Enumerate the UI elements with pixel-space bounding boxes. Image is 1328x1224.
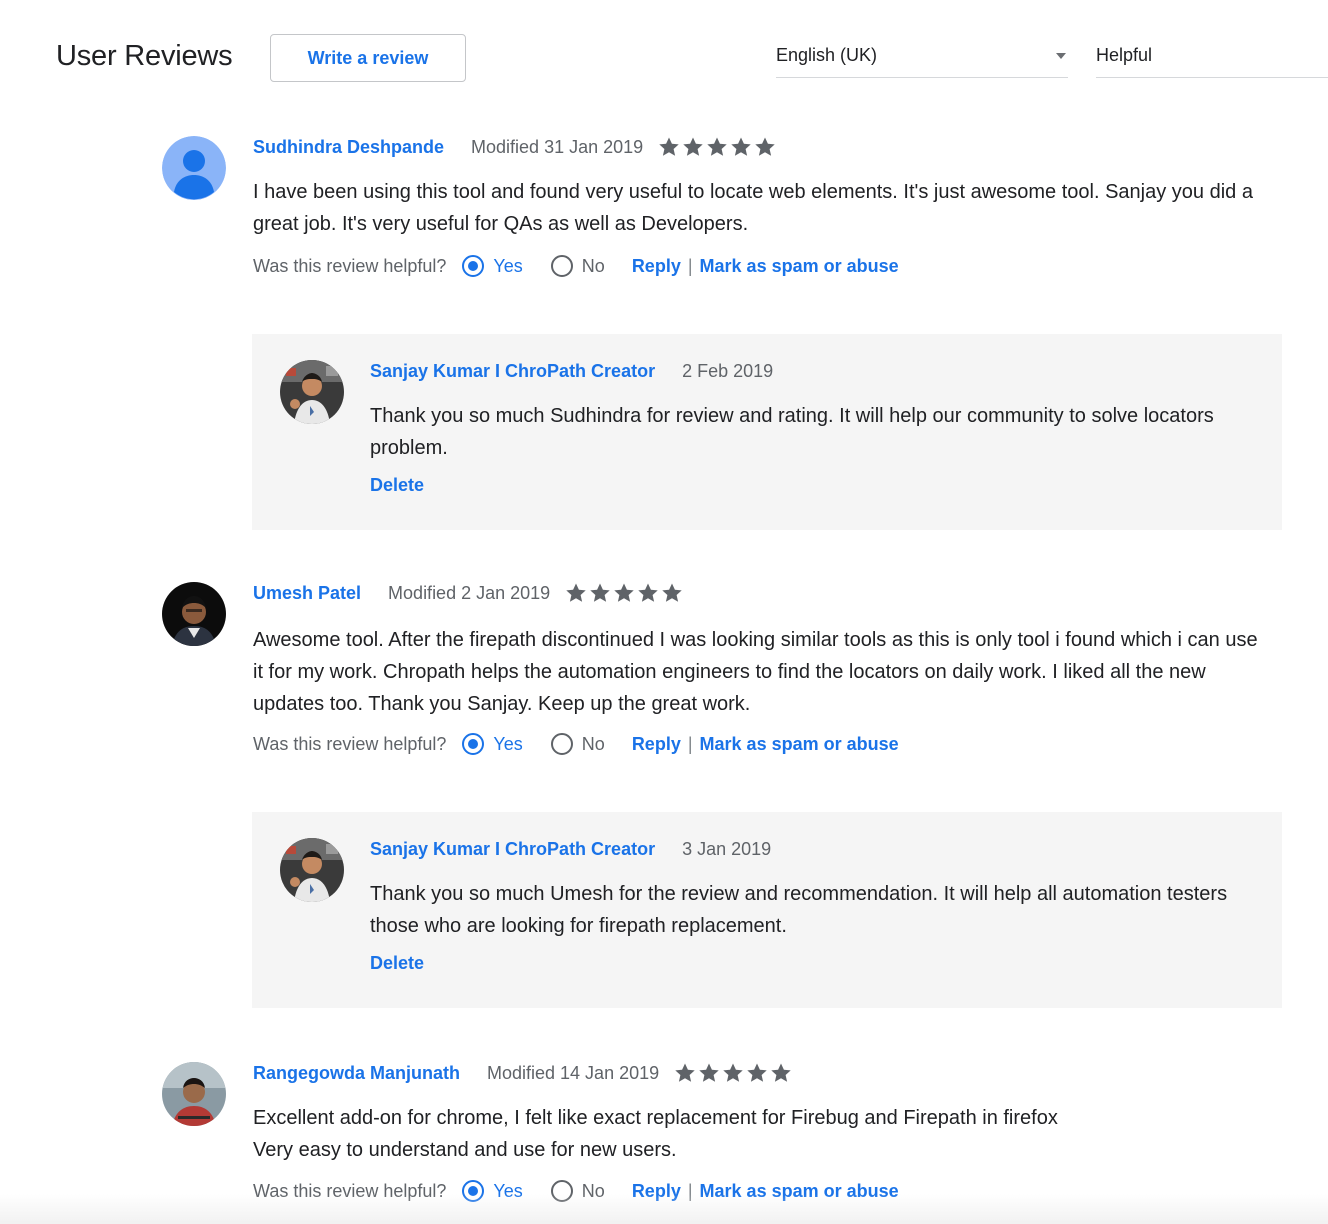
helpful-row: Was this review helpful? Yes No Reply | … (253, 253, 899, 279)
reviews-page: User Reviews Write a review English (UK)… (0, 0, 1328, 1224)
bottom-fade (0, 1194, 1328, 1224)
star-icon (745, 1061, 769, 1085)
helpful-question: Was this review helpful? (253, 733, 447, 754)
star-icon (721, 1061, 745, 1085)
review-author-link[interactable]: Rangegowda Manjunath (253, 1063, 460, 1084)
reply-date: 2 Feb 2019 (682, 360, 774, 381)
star-icon (673, 1061, 697, 1085)
radio-selected-icon (462, 255, 485, 277)
review-text: Excellent add-on for chrome, I felt like… (253, 1102, 1273, 1166)
avatar (162, 582, 226, 646)
helpful-no-label: No (581, 733, 605, 754)
reply-text: Thank you so much Umesh for the review a… (370, 883, 1228, 937)
review-date: Modified 2 Jan 2019 (388, 582, 551, 603)
avatar (280, 360, 344, 424)
helpful-no-label: No (581, 255, 605, 276)
star-icon (769, 1061, 793, 1085)
user-photo-icon (280, 838, 344, 902)
reply-link[interactable]: Reply (632, 256, 681, 277)
rating-stars (673, 1061, 793, 1085)
star-icon (564, 581, 588, 605)
review-meta: Umesh Patel Modified 2 Jan 2019 (253, 580, 684, 606)
developer-reply: Sanjay Kumar I ChroPath Creator 3 Jan 20… (252, 812, 1282, 1008)
helpful-question: Was this review helpful? (253, 255, 447, 276)
star-icon (705, 135, 729, 159)
helpful-row: Was this review helpful? Yes No Reply | … (253, 731, 899, 757)
caret-down-icon (1056, 52, 1066, 59)
user-photo-icon (162, 1062, 226, 1126)
star-icon (753, 135, 777, 159)
avatar (280, 838, 344, 902)
reply-link[interactable]: Reply (632, 734, 681, 755)
rating-stars (564, 581, 684, 605)
star-icon (697, 1061, 721, 1085)
radio-empty-icon (550, 255, 573, 277)
default-user-icon (162, 136, 226, 200)
page-title: User Reviews (56, 40, 233, 72)
radio-selected-icon (462, 733, 485, 755)
review-date: Modified 31 Jan 2019 (471, 136, 644, 157)
reply-author-link[interactable]: Sanjay Kumar I ChroPath Creator (370, 839, 655, 860)
reply-text: Thank you so much Sudhindra for review a… (370, 405, 1214, 459)
star-icon (588, 581, 612, 605)
star-icon (612, 581, 636, 605)
review-author-link[interactable]: Umesh Patel (253, 583, 361, 604)
language-select[interactable]: English (UK) (776, 34, 1068, 78)
avatar (162, 136, 226, 200)
reply-author-link[interactable]: Sanjay Kumar I ChroPath Creator (370, 361, 655, 382)
delete-reply-link[interactable]: Delete (370, 953, 424, 974)
star-icon (729, 135, 753, 159)
helpful-yes-radio[interactable]: Yes (462, 255, 523, 277)
helpful-yes-radio[interactable]: Yes (462, 733, 523, 755)
user-photo-icon (280, 360, 344, 424)
mark-spam-link[interactable]: Mark as spam or abuse (700, 734, 899, 755)
star-icon (681, 135, 705, 159)
developer-reply: Sanjay Kumar I ChroPath Creator 2 Feb 20… (252, 334, 1282, 530)
review-date: Modified 14 Jan 2019 (487, 1062, 660, 1083)
review-text: I have been using this tool and found ve… (253, 181, 1253, 235)
link-separator: | (687, 733, 693, 754)
sort-select[interactable]: Helpful (1096, 34, 1328, 78)
review-text: Awesome tool. After the firepath discont… (253, 629, 1258, 715)
helpful-yes-label: Yes (493, 733, 523, 754)
review-meta: Rangegowda Manjunath Modified 14 Jan 201… (253, 1060, 793, 1086)
avatar (162, 1062, 226, 1126)
language-select-value: English (UK) (776, 45, 878, 65)
write-review-button[interactable]: Write a review (270, 34, 466, 82)
reply-meta: Sanjay Kumar I ChroPath Creator 3 Jan 20… (370, 836, 771, 862)
review-author-link[interactable]: Sudhindra Deshpande (253, 137, 444, 158)
helpful-no-radio[interactable]: No (550, 733, 605, 755)
helpful-yes-label: Yes (493, 255, 523, 276)
reply-meta: Sanjay Kumar I ChroPath Creator 2 Feb 20… (370, 358, 773, 384)
delete-reply-link[interactable]: Delete (370, 475, 424, 496)
review-text-line: Very easy to understand and use for new … (253, 1139, 677, 1161)
helpful-no-radio[interactable]: No (550, 255, 605, 277)
star-icon (660, 581, 684, 605)
star-icon (657, 135, 681, 159)
review-text-line: Excellent add-on for chrome, I felt like… (253, 1107, 1058, 1129)
rating-stars (657, 135, 777, 159)
reply-date: 3 Jan 2019 (682, 838, 772, 859)
sort-select-value: Helpful (1096, 45, 1153, 65)
link-separator: | (687, 255, 693, 276)
star-icon (636, 581, 660, 605)
mark-spam-link[interactable]: Mark as spam or abuse (700, 256, 899, 277)
user-photo-icon (162, 582, 226, 646)
radio-empty-icon (550, 733, 573, 755)
review-meta: Sudhindra Deshpande Modified 31 Jan 2019 (253, 134, 777, 160)
